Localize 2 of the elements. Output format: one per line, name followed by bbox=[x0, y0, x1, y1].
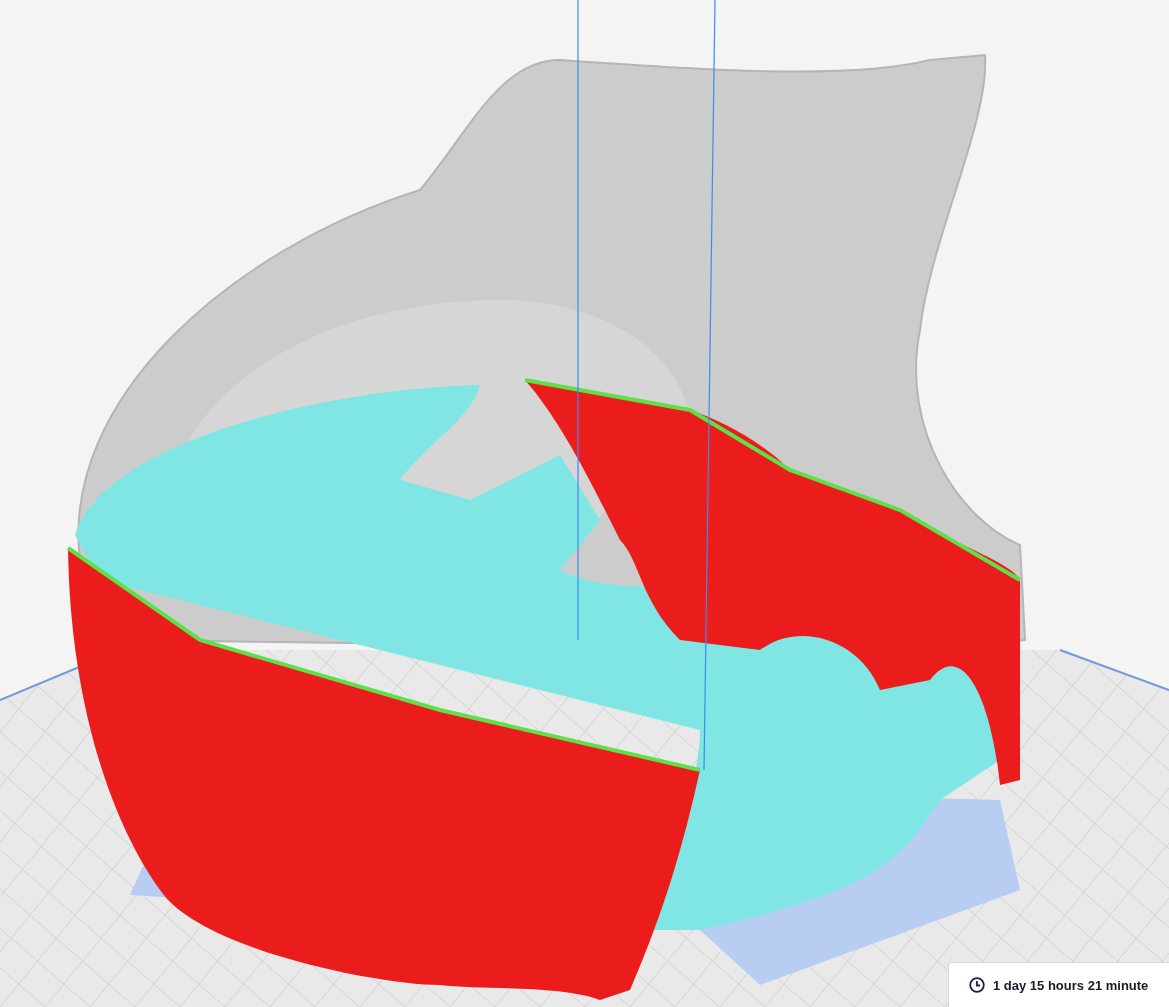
print-time-text: 1 day 15 hours 21 minute bbox=[993, 977, 1149, 993]
clock-icon bbox=[969, 977, 985, 993]
